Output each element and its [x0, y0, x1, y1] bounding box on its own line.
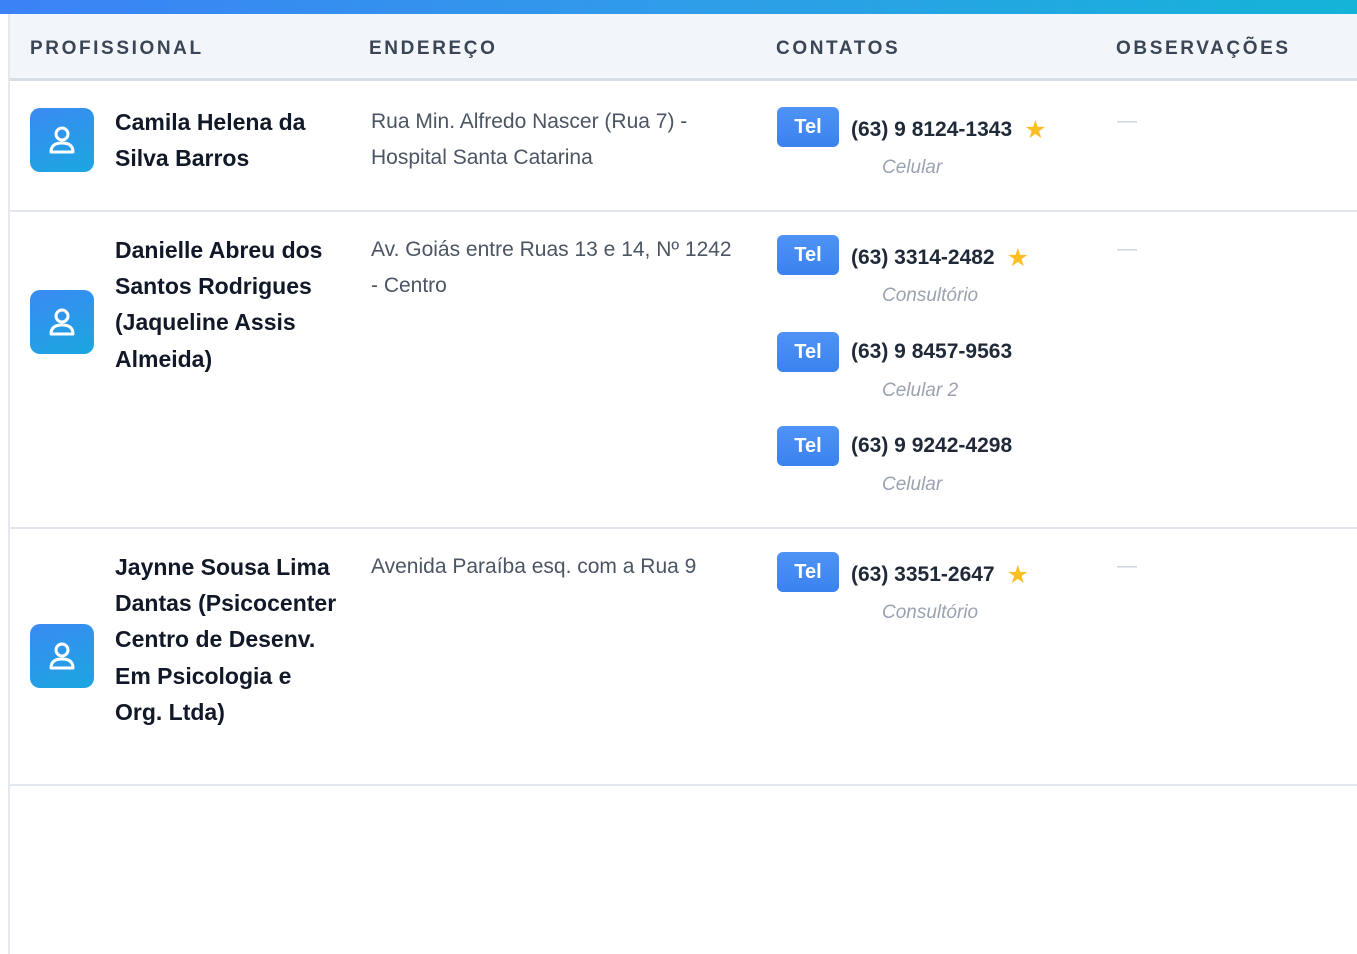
tel-badge: Tel [777, 235, 839, 275]
phone-number[interactable]: (63) 9 9242-4298 [851, 434, 1012, 458]
tel-badge: Tel [777, 552, 839, 592]
top-accent-bar [0, 0, 1357, 14]
contact-item: Tel (63) 9 8124-1343 ★ Celular [777, 107, 1107, 197]
star-icon: ★ [1006, 244, 1030, 272]
phone-type: Celular 2 [882, 380, 959, 401]
star-icon: ★ [1024, 116, 1047, 144]
table-row[interactable]: Camila Helena da Silva Barros Rua Min. A… [10, 81, 1357, 212]
phone-number[interactable]: (63) 3314-2482 ★ [851, 243, 1029, 273]
page: PROFISSIONAL ENDEREÇO CONTATOS OBSERVAÇÕ… [0, 0, 1357, 954]
user-icon [30, 290, 94, 354]
user-icon [30, 108, 94, 172]
star-icon: ★ [1006, 561, 1030, 589]
address: Av. Goiás entre Ruas 13 e 14, Nº 1242 - … [371, 238, 732, 297]
contact-item: Tel (63) 9 8457-9563 Celular 2 [777, 332, 1107, 422]
column-header-profissional[interactable]: PROFISSIONAL [30, 38, 204, 60]
tel-badge: Tel [777, 426, 839, 466]
contact-item: Tel (63) 9 9242-4298 Celular [777, 426, 1107, 516]
phone-number[interactable]: (63) 3351-2647 ★ [851, 560, 1029, 590]
contact-item: Tel (63) 3351-2647 ★ Consultório [777, 552, 1107, 642]
phone-number[interactable]: (63) 9 8124-1343 ★ [851, 115, 1047, 145]
column-header-contatos[interactable]: CONTATOS [776, 38, 900, 60]
phone-type: Celular [882, 474, 943, 495]
phone-number[interactable]: (63) 9 8457-9563 [851, 340, 1012, 364]
observations: — [1117, 110, 1137, 132]
tel-badge: Tel [777, 332, 839, 372]
phone-type: Celular [882, 157, 943, 178]
tel-badge: Tel [777, 107, 839, 147]
phone-number-text[interactable]: (63) 3314-2482 [851, 246, 995, 269]
column-header-endereco[interactable]: ENDEREÇO [369, 38, 497, 60]
user-icon [30, 624, 94, 688]
table-row[interactable]: Danielle Abreu dos Santos Rodrigues (Jaq… [10, 212, 1357, 529]
address: Avenida Paraíba esq. com a Rua 9 [371, 555, 697, 578]
professional-name[interactable]: Danielle Abreu dos Santos Rodrigues (Jaq… [115, 232, 340, 377]
table-row[interactable]: Jaynne Sousa Lima Dantas (Psicocenter Ce… [10, 529, 1357, 786]
contact-item: Tel (63) 3314-2482 ★ Consultório [777, 235, 1107, 325]
professional-name[interactable]: Camila Helena da Silva Barros [115, 104, 340, 176]
phone-type: Consultório [882, 285, 979, 306]
phone-type: Consultório [882, 602, 979, 623]
observations: — [1117, 238, 1137, 260]
phone-number-text[interactable]: (63) 9 8124-1343 [851, 118, 1012, 141]
address: Rua Min. Alfredo Nascer (Rua 7) - Hospit… [371, 110, 688, 169]
professionals-table: PROFISSIONAL ENDEREÇO CONTATOS OBSERVAÇÕ… [8, 14, 1357, 954]
column-header-observacoes[interactable]: OBSERVAÇÕES [1116, 38, 1291, 60]
phone-number-text[interactable]: (63) 3351-2647 [851, 563, 995, 586]
observations: — [1117, 555, 1137, 577]
table-header: PROFISSIONAL ENDEREÇO CONTATOS OBSERVAÇÕ… [10, 14, 1357, 81]
professional-name[interactable]: Jaynne Sousa Lima Dantas (Psicocenter Ce… [115, 549, 340, 730]
